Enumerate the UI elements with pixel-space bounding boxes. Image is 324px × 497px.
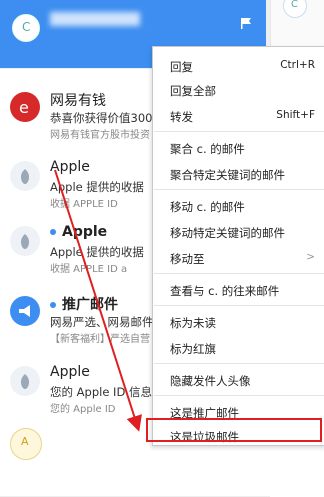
unread-dot-icon bbox=[50, 302, 56, 308]
avatar: C bbox=[12, 14, 40, 42]
sender-unread: Apple bbox=[50, 224, 107, 240]
sender-unread: 推广邮件 bbox=[50, 294, 118, 314]
sender: Apple bbox=[50, 364, 90, 380]
apple-icon bbox=[10, 161, 40, 191]
preview: 您的 Apple ID bbox=[50, 404, 116, 415]
preview: 网易有钱官方股市投资 bbox=[50, 130, 150, 141]
menu-item-view-correspondence[interactable]: 查看与 c. 的往来邮件 bbox=[153, 277, 324, 303]
divider bbox=[154, 395, 324, 396]
subject: Apple 提供的收据 bbox=[50, 180, 144, 194]
preview: 收据 APPLE ID bbox=[50, 199, 118, 210]
apple-icon bbox=[10, 226, 40, 256]
preview: 收据 APPLE ID a bbox=[50, 264, 128, 275]
apple-icon bbox=[10, 366, 40, 396]
menu-item-move-sender[interactable]: 移动 c. 的邮件 bbox=[153, 193, 324, 219]
selected-sender-blurred bbox=[50, 12, 140, 26]
menu-item-forward[interactable]: 转发 Shift+F bbox=[153, 103, 324, 129]
sender: 网易有钱 bbox=[50, 93, 106, 109]
menu-item-move-to[interactable]: 移动至 > bbox=[153, 245, 324, 271]
context-menu: 回复 Ctrl+R 回复全部 转发 Shift+F 聚合 c. 的邮件 聚合特定… bbox=[152, 46, 324, 446]
subject: 网易严选、网易邮件中 bbox=[50, 315, 165, 329]
avatar: A bbox=[10, 428, 42, 460]
divider bbox=[154, 189, 324, 190]
subject: 您的 Apple ID 信息已 bbox=[50, 385, 164, 399]
divider bbox=[154, 273, 324, 274]
spam-highlight-box bbox=[146, 418, 322, 442]
megaphone-icon bbox=[10, 296, 40, 326]
menu-item-reply-all[interactable]: 回复全部 bbox=[153, 77, 324, 103]
menu-item-aggregate-keyword[interactable]: 聚合特定关键词的邮件 bbox=[153, 161, 324, 187]
menu-item-aggregate-sender[interactable]: 聚合 c. 的邮件 bbox=[153, 135, 324, 161]
menu-item-move-keyword[interactable]: 移动特定关键词的邮件 bbox=[153, 219, 324, 245]
menu-item-hide-avatar[interactable]: 隐藏发件人头像 bbox=[153, 367, 324, 393]
sender: Apple bbox=[50, 159, 90, 175]
divider bbox=[154, 131, 324, 132]
wangyi-youqian-logo-icon: e bbox=[10, 92, 40, 122]
menu-item-mark-unread[interactable]: 标为未读 bbox=[153, 309, 324, 335]
chevron-right-icon: > bbox=[306, 251, 315, 263]
divider bbox=[154, 305, 324, 306]
flag-icon[interactable] bbox=[240, 14, 252, 29]
unread-dot-icon bbox=[50, 229, 56, 235]
subject: Apple 提供的收据 bbox=[50, 245, 144, 259]
preview: 【新客福利】严选自营 bbox=[50, 334, 150, 345]
avatar: C bbox=[283, 0, 307, 18]
menu-item-mark-flag[interactable]: 标为红旗 bbox=[153, 335, 324, 361]
menu-item-reply[interactable]: 回复 Ctrl+R bbox=[153, 53, 324, 79]
svg-text:e: e bbox=[19, 98, 29, 117]
divider bbox=[154, 363, 324, 364]
